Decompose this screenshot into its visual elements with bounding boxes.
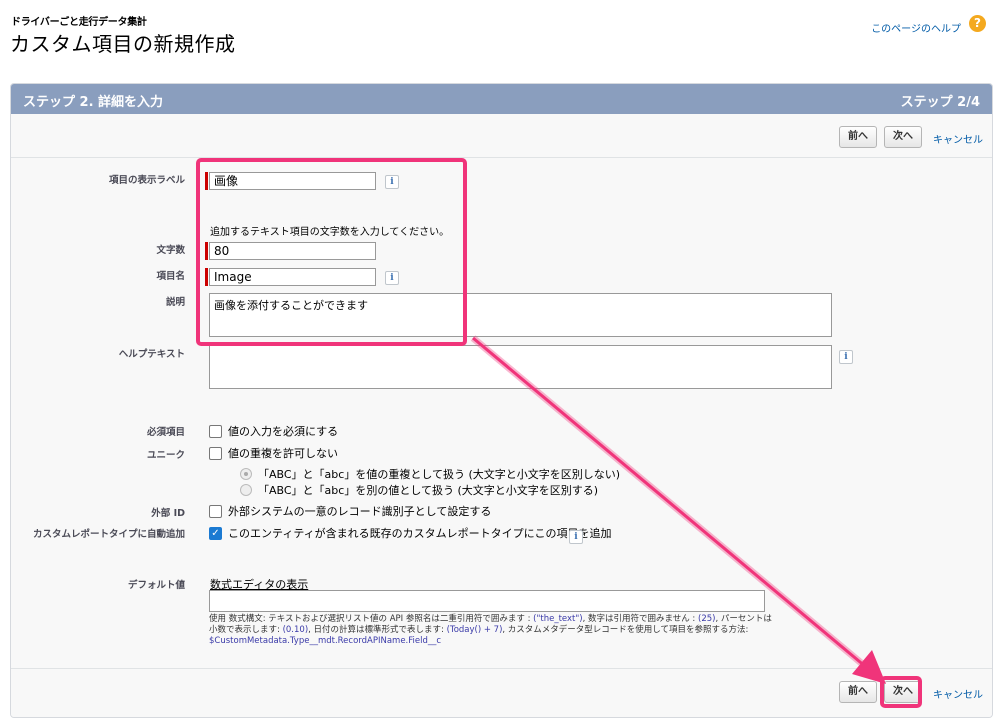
unique-checkbox[interactable] xyxy=(209,447,222,460)
required-option-text: 値の入力を必須にする xyxy=(228,425,339,438)
info-icon[interactable]: i xyxy=(839,350,853,364)
required-label: 必須項目 xyxy=(146,427,185,438)
cancel-link-bottom[interactable]: キャンセル xyxy=(933,686,983,701)
highlight-box-fields xyxy=(196,158,467,346)
bottom-button-bar: 前へ 次へ キャンセル xyxy=(11,668,992,717)
default-value-label: デフォルト値 xyxy=(127,580,185,591)
length-label: 文字数 xyxy=(156,245,185,256)
page-subtitle: ドライバーごと走行データ集計 xyxy=(11,17,147,28)
next-button-top[interactable]: 次へ xyxy=(884,126,922,148)
unique-label: ユニーク xyxy=(146,450,185,461)
external-id-checkbox[interactable] xyxy=(209,505,222,518)
help-text-label: ヘルプテキスト xyxy=(118,349,185,360)
info-icon[interactable]: i xyxy=(569,530,583,544)
step-title: ステップ 2. 詳細を入力 xyxy=(23,95,164,110)
top-button-bar: 前へ 次へ キャンセル xyxy=(11,114,992,158)
case-sensitive-radio[interactable] xyxy=(240,484,252,496)
case-sensitive-text: 「ABC」と「abc」を別の値として扱う (大文字と小文字を区別する) xyxy=(258,484,599,497)
page-title: カスタム項目の新規作成 xyxy=(10,32,236,56)
unique-option-text: 値の重複を許可しない xyxy=(228,447,338,460)
auto-add-label: カスタムレポートタイプに自動追加 xyxy=(32,529,185,540)
external-id-option-text: 外部システムの一意のレコード識別子として設定する xyxy=(228,505,492,518)
help-link[interactable]: このページのヘルプ xyxy=(871,20,961,35)
help-icon[interactable]: ? xyxy=(969,15,986,32)
case-insensitive-text: 「ABC」と「abc」を値の重複として扱う (大文字と小文字を区別しない) xyxy=(258,468,621,481)
highlight-box-next xyxy=(880,676,922,708)
prev-button-bottom[interactable]: 前へ xyxy=(839,681,877,703)
field-label-label: 項目の表示ラベル xyxy=(108,175,185,186)
external-id-label: 外部 ID xyxy=(151,508,185,519)
prev-button-top[interactable]: 前へ xyxy=(839,126,877,148)
formula-syntax-help: 使用 数式構文: テキストおよび選択リスト値の API 参照名は二重引用符で囲み… xyxy=(209,614,772,646)
auto-add-option-text: このエンティティが含まれる既存のカスタムレポートタイプにこの項目を追加 xyxy=(228,527,612,540)
auto-add-checkbox[interactable]: ✓ xyxy=(209,527,222,540)
required-checkbox[interactable] xyxy=(209,425,222,438)
help-text-textarea[interactable] xyxy=(209,345,832,389)
cancel-link-top[interactable]: キャンセル xyxy=(933,131,983,146)
step-header: ステップ 2. 詳細を入力 ステップ 2/4 xyxy=(11,84,992,114)
description-label: 説明 xyxy=(165,297,185,308)
default-value-input[interactable] xyxy=(209,590,765,612)
field-name-label: 項目名 xyxy=(156,271,185,282)
case-insensitive-radio[interactable] xyxy=(240,468,252,480)
step-number: ステップ 2/4 xyxy=(900,95,980,110)
